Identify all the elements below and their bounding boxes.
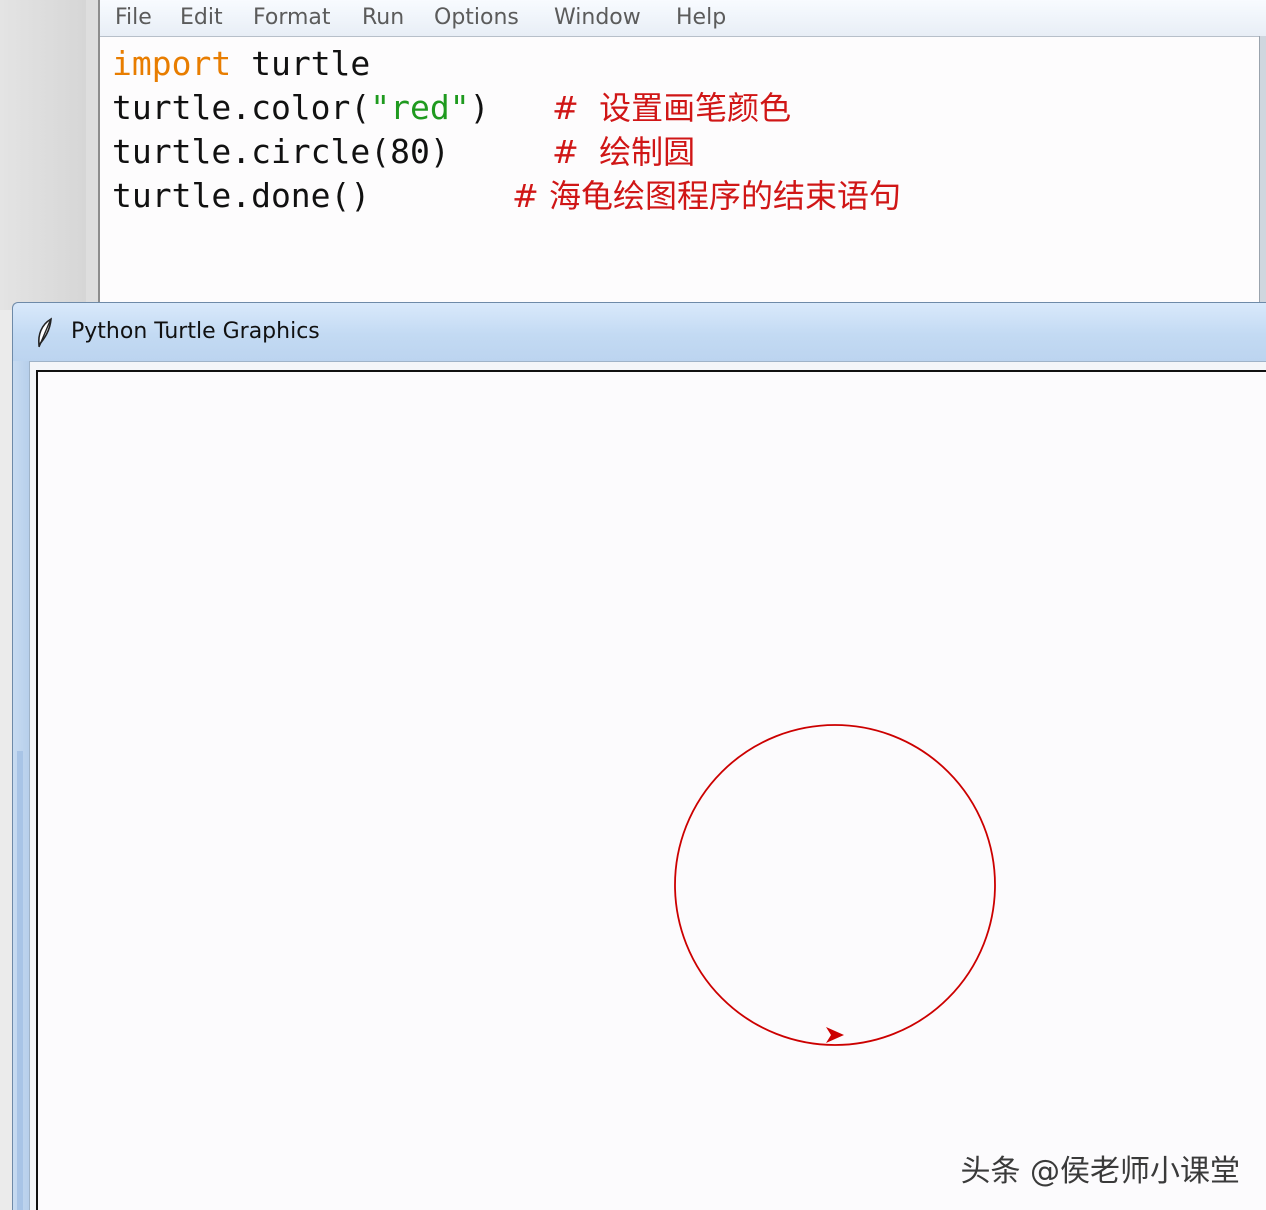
menu-help[interactable]: Help: [676, 3, 726, 33]
menu-run[interactable]: Run: [362, 3, 404, 33]
code-editor[interactable]: import turtle turtle.color("red") # 设置画笔…: [112, 42, 1252, 292]
code-line-3: turtle.circle(80): [112, 130, 450, 174]
editor-scrollbar[interactable]: [1259, 36, 1266, 310]
menu-file[interactable]: File: [115, 3, 152, 33]
menu-format[interactable]: Format: [253, 3, 331, 33]
code-text: turtle: [231, 44, 371, 83]
code-line-4: turtle.done(): [112, 174, 370, 218]
turtle-drawing: [674, 724, 996, 1046]
code-line-1: import turtle: [112, 42, 370, 86]
turtle-graphics-window: Python Turtle Graphics 头条 @侯老师小课堂: [12, 302, 1266, 1210]
menu-bar: File Edit Format Run Options Window Help: [100, 0, 1266, 37]
menu-edit[interactable]: Edit: [180, 3, 223, 33]
background-window-border: [86, 0, 100, 310]
code-text: turtle.done(): [112, 176, 371, 215]
screen: File Edit Format Run Options Window Help…: [0, 0, 1266, 1210]
menu-window[interactable]: Window: [554, 3, 641, 33]
turtle-arrow: [826, 1027, 844, 1043]
window-frame-accent: [17, 751, 23, 1210]
background-window-edge: [0, 0, 87, 310]
drawn-circle: [674, 724, 996, 1046]
window-frame-left: [13, 361, 29, 1210]
comment-line-4: # 海龟绘图程序的结束语句: [512, 177, 901, 215]
watermark: 头条 @侯老师小课堂: [960, 1154, 1240, 1189]
idle-editor-window: File Edit Format Run Options Window Help…: [100, 0, 1266, 310]
code-text: ): [469, 88, 490, 127]
turtle-canvas[interactable]: 头条 @侯老师小课堂: [36, 370, 1266, 1210]
comment-line-3: # 绘制圆: [552, 133, 696, 171]
feather-icon: [35, 317, 55, 349]
menu-options[interactable]: Options: [434, 3, 519, 33]
code-text: turtle.color(: [112, 88, 371, 127]
string-literal: "red": [370, 88, 470, 127]
code-text: turtle.circle(80): [112, 132, 450, 171]
keyword-import: import: [112, 44, 232, 83]
code-line-2: turtle.color("red"): [112, 86, 490, 130]
title-bar[interactable]: Python Turtle Graphics: [13, 303, 1266, 361]
comment-line-2: # 设置画笔颜色: [552, 89, 792, 127]
canvas-frame: 头条 @侯老师小课堂: [29, 361, 1266, 1210]
window-title: Python Turtle Graphics: [71, 319, 320, 344]
